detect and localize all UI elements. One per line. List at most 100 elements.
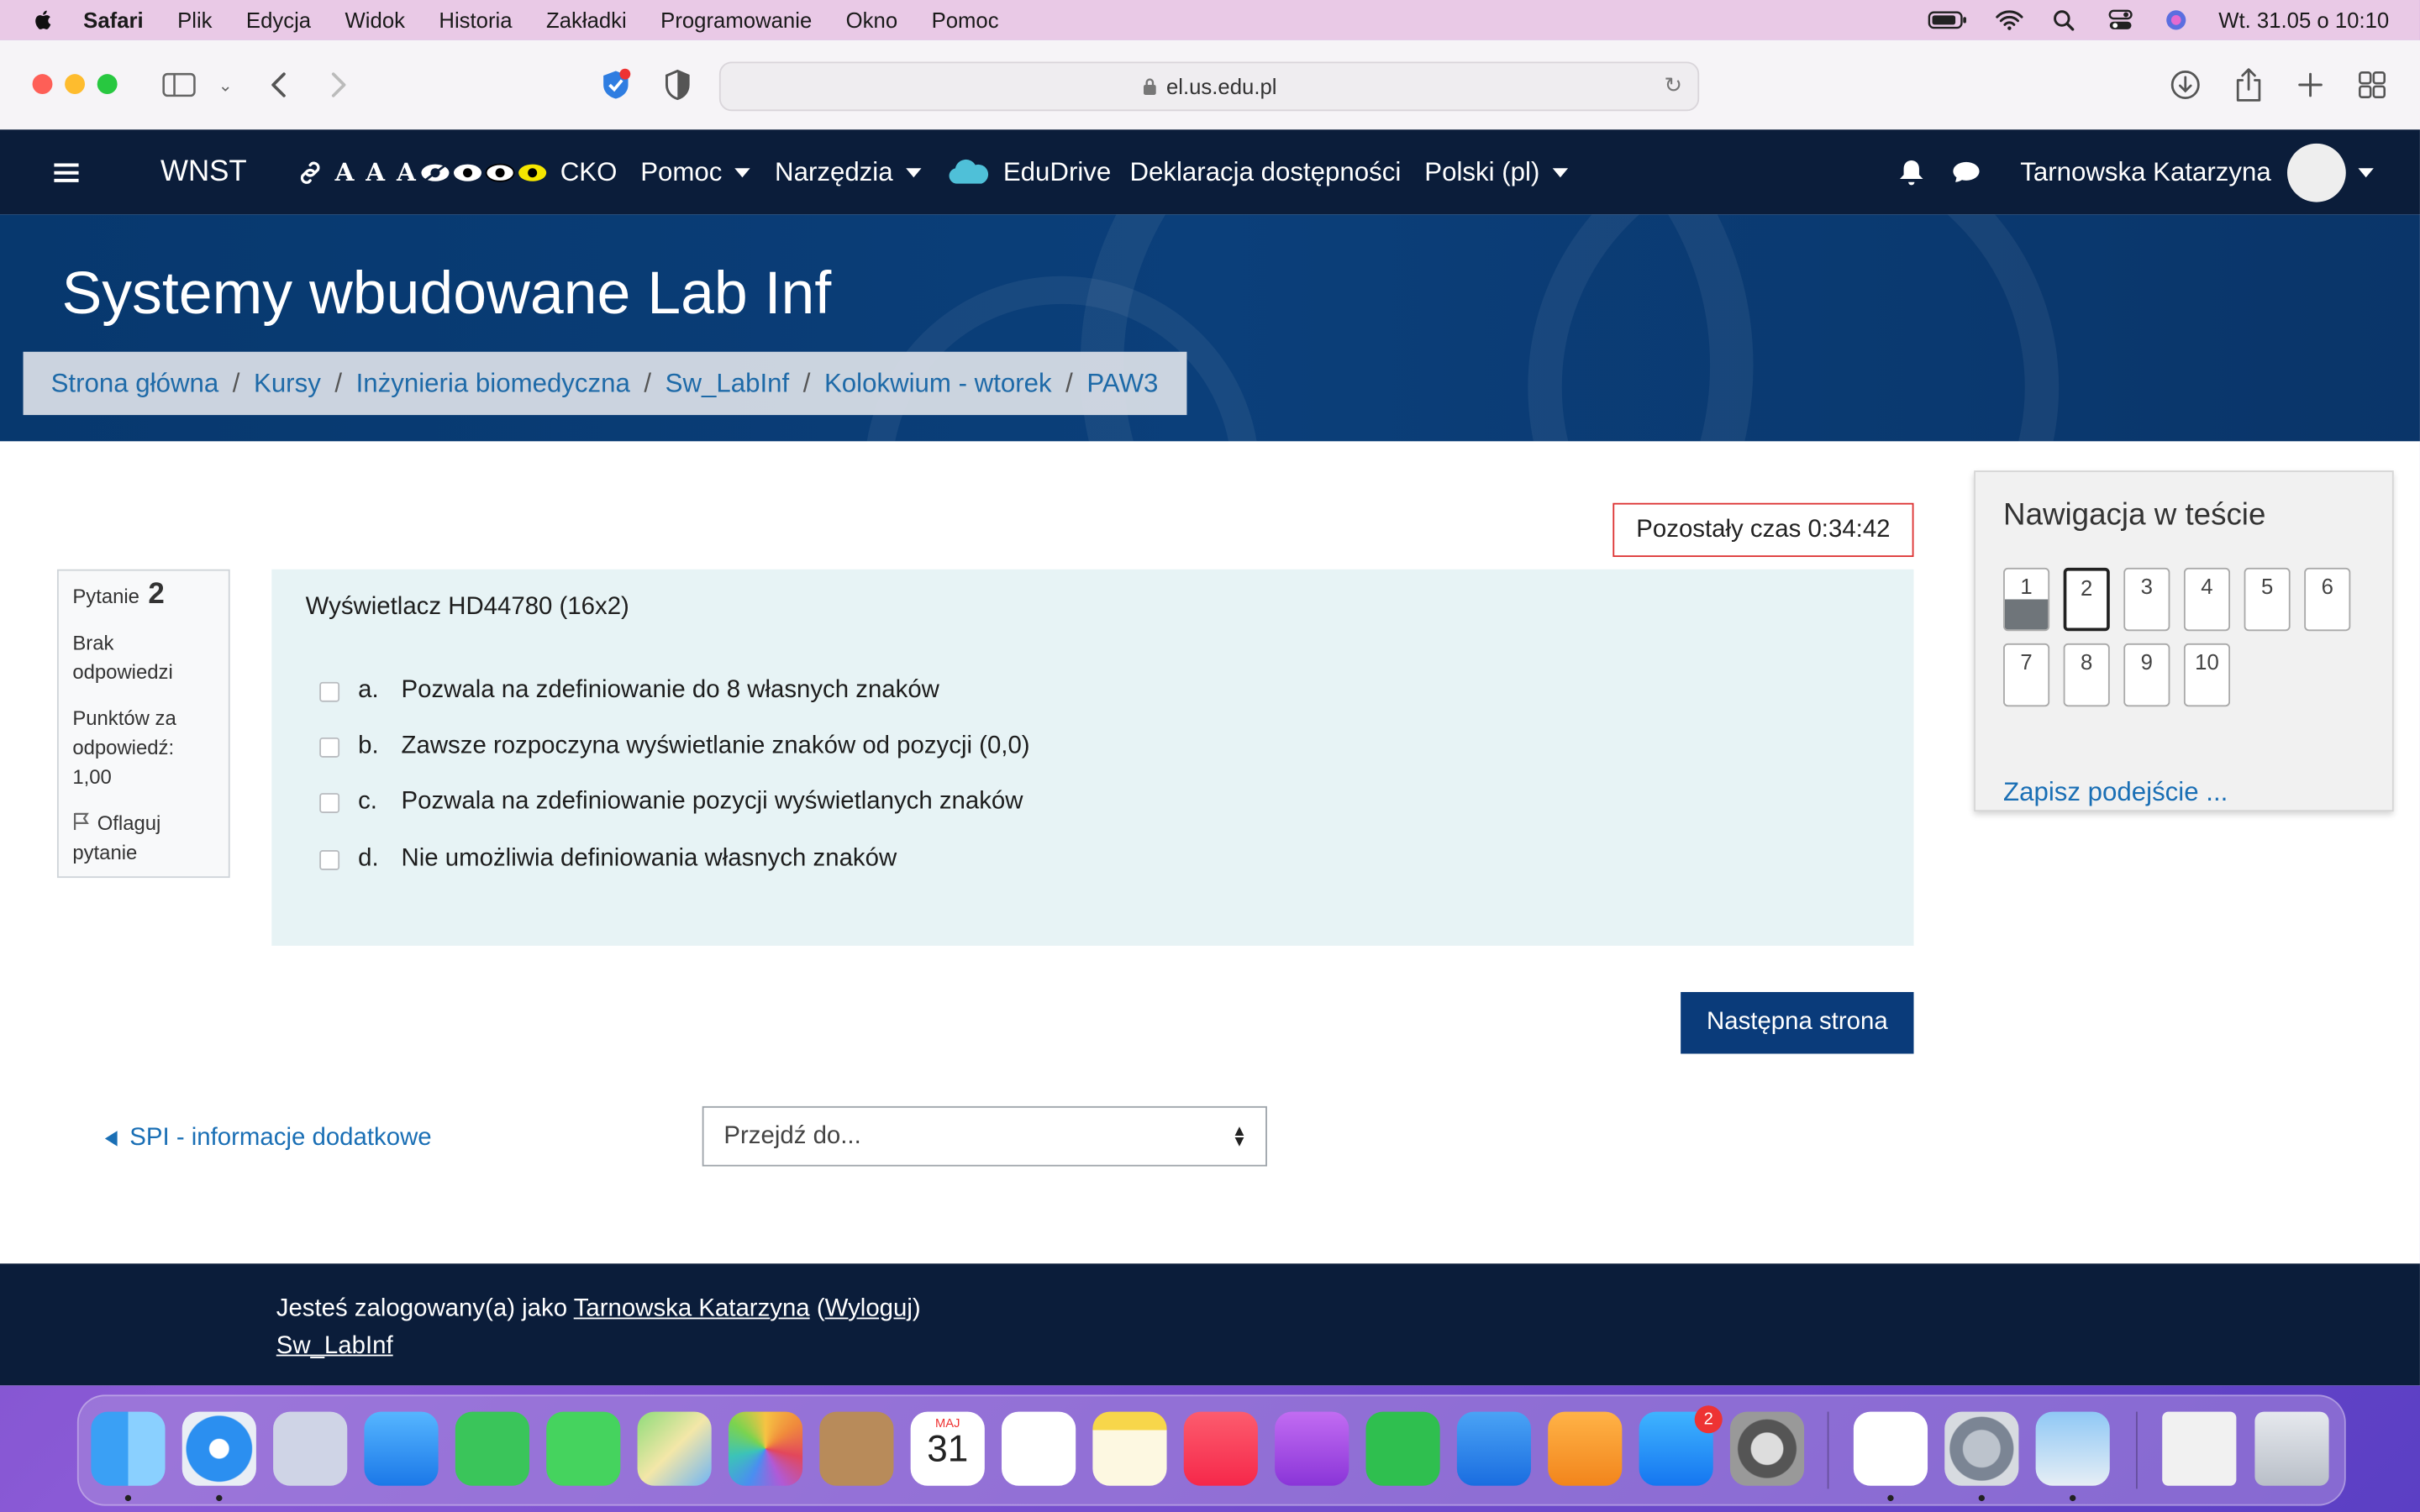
language-dropdown[interactable]: Polski (pl)	[1424, 129, 1568, 214]
tab-overview-icon[interactable]	[2352, 65, 2392, 105]
menubar-datetime[interactable]: Wt. 31.05 o 10:10	[2218, 8, 2389, 32]
privacy-extension-icon[interactable]	[596, 65, 636, 105]
calendar-icon[interactable]: MAJ 31	[910, 1411, 985, 1486]
address-bar[interactable]: el.us.edu.pl ↻	[718, 61, 1700, 112]
messages-chat-icon[interactable]	[1951, 129, 1981, 214]
footer-user-link[interactable]: Tarnowska Katarzyna	[574, 1296, 810, 1322]
menu-file[interactable]: Plik	[177, 8, 212, 32]
answer-checkbox[interactable]	[319, 737, 340, 757]
quiz-nav-question-button[interactable]: 9	[2123, 643, 2170, 707]
downloads-icon[interactable]	[2165, 65, 2206, 105]
maps-icon[interactable]	[637, 1411, 712, 1486]
shield-icon[interactable]	[657, 65, 697, 105]
messages-icon[interactable]	[546, 1411, 621, 1486]
sidebar-toggle-icon[interactable]	[159, 65, 199, 105]
previous-activity-link[interactable]: SPI - informacje dodatkowe	[104, 1125, 432, 1152]
reminders-icon[interactable]	[1002, 1411, 1076, 1486]
new-tab-icon[interactable]	[2291, 65, 2331, 105]
numbers-icon[interactable]	[1365, 1411, 1440, 1486]
nav-accessibility-declaration[interactable]: Deklaracja dostępności	[1129, 129, 1401, 214]
quiz-nav-question-button[interactable]: 4	[2183, 567, 2231, 632]
jump-to-select[interactable]: Przejdź do... ▲ ▼	[702, 1105, 1267, 1167]
safari-icon[interactable]	[182, 1411, 256, 1486]
nav-help-dropdown[interactable]: Pomoc	[640, 129, 750, 214]
close-window-button[interactable]	[32, 74, 53, 95]
zoom-window-button[interactable]	[97, 74, 118, 95]
trash-icon[interactable]	[2254, 1411, 2329, 1486]
apple-menu-icon[interactable]	[31, 8, 55, 32]
menu-edit[interactable]: Edycja	[246, 8, 311, 32]
quiz-nav-question-button[interactable]: 10	[2183, 643, 2231, 707]
spotlight-search-icon[interactable]	[2052, 9, 2080, 31]
reload-icon[interactable]: ↻	[1664, 72, 1682, 98]
finder-icon[interactable]	[91, 1411, 166, 1486]
siri-icon[interactable]	[2163, 9, 2191, 31]
quiz-nav-question-button[interactable]: 2	[2063, 567, 2110, 632]
facetime-icon[interactable]	[455, 1411, 529, 1486]
breadcrumb-course[interactable]: Sw_LabInf	[666, 368, 790, 399]
menu-window[interactable]: Okno	[846, 8, 897, 32]
answer-text[interactable]: Pozwala na zdefiniowanie pozycji wyświet…	[402, 789, 1023, 816]
answer-checkbox[interactable]	[319, 680, 340, 701]
share-icon[interactable]	[2228, 65, 2269, 105]
menu-develop[interactable]: Programowanie	[660, 8, 812, 32]
menu-app-name[interactable]: Safari	[83, 8, 143, 32]
answer-option-d[interactable]: d. Nie umożliwia definiowania własnych z…	[319, 844, 897, 875]
answer-text[interactable]: Nie umożliwia definiowania własnych znak…	[402, 846, 897, 874]
quiz-nav-question-button[interactable]: 5	[2244, 567, 2291, 632]
quiz-nav-question-button[interactable]: 1	[2003, 567, 2050, 632]
site-name-link[interactable]: WNST	[160, 129, 247, 214]
app-store-icon[interactable]: 2	[1639, 1405, 1723, 1486]
quiz-nav-question-button[interactable]: 6	[2304, 567, 2351, 632]
answer-checkbox[interactable]	[319, 849, 340, 869]
notifications-bell-icon[interactable]	[1898, 129, 1924, 214]
preview-icon[interactable]	[2035, 1411, 2110, 1486]
answer-option-a[interactable]: a. Pozwala na zdefiniowanie do 8 własnyc…	[319, 675, 939, 706]
breadcrumb-home[interactable]: Strona główna	[51, 368, 219, 399]
minimize-window-button[interactable]	[65, 74, 86, 95]
hamburger-menu-icon[interactable]	[54, 129, 79, 214]
breadcrumb-courses[interactable]: Kursy	[254, 368, 321, 399]
quiz-nav-question-button[interactable]: 3	[2123, 567, 2170, 632]
answer-text[interactable]: Pozwala na zdefiniowanie do 8 własnych z…	[402, 677, 939, 705]
breadcrumb-quiz[interactable]: PAW3	[1086, 368, 1158, 399]
recent-window-thumbnail[interactable]	[2162, 1411, 2237, 1486]
nav-edudrive[interactable]: EduDrive	[948, 129, 1111, 214]
notes-icon[interactable]	[1092, 1411, 1167, 1486]
wifi-icon[interactable]	[1996, 9, 2024, 31]
battery-icon[interactable]	[1928, 9, 1969, 31]
forward-icon[interactable]	[318, 65, 358, 105]
quiz-nav-question-button[interactable]: 7	[2003, 643, 2050, 707]
vscode-icon[interactable]	[1853, 1411, 1928, 1486]
finish-attempt-link[interactable]: Zapisz podejście ...	[2003, 778, 2228, 809]
breadcrumb-category[interactable]: Inżynieria biomedyczna	[356, 368, 630, 399]
nav-tools-dropdown[interactable]: Narzędzia	[775, 129, 921, 214]
answer-option-b[interactable]: b. Zawsze rozpoczyna wyświetlanie znaków…	[319, 732, 1030, 763]
contacts-icon[interactable]	[819, 1411, 894, 1486]
answer-checkbox[interactable]	[319, 792, 340, 813]
launchpad-icon[interactable]	[273, 1411, 348, 1486]
pages-icon[interactable]	[1548, 1411, 1623, 1486]
control-center-icon[interactable]	[2107, 9, 2135, 31]
mail-icon[interactable]	[364, 1411, 439, 1486]
quiz-nav-question-button[interactable]: 8	[2063, 643, 2110, 707]
answer-text[interactable]: Zawsze rozpoczyna wyświetlanie znaków od…	[402, 732, 1030, 760]
gear-utility-icon[interactable]	[1944, 1411, 2019, 1486]
breadcrumb-section[interactable]: Kolokwium - wtorek	[824, 368, 1052, 399]
keynote-icon[interactable]	[1456, 1411, 1532, 1486]
flag-question-link[interactable]: Oflaguj pytanie	[72, 808, 227, 867]
answer-option-c[interactable]: c. Pozwala na zdefiniowanie pozycji wyśw…	[319, 787, 1023, 818]
system-preferences-icon[interactable]	[1729, 1411, 1805, 1486]
menu-bookmarks[interactable]: Zakładki	[546, 8, 627, 32]
contrast-eye-icons[interactable]	[420, 129, 550, 214]
back-icon[interactable]	[260, 65, 300, 105]
sidebar-menu-chevron-icon[interactable]: ⌄	[205, 65, 245, 105]
menu-help[interactable]: Pomoc	[932, 8, 999, 32]
photos-icon[interactable]	[728, 1411, 803, 1486]
footer-course-link[interactable]: Sw_LabInf	[276, 1333, 393, 1359]
link-icon[interactable]	[297, 129, 324, 214]
music-icon[interactable]	[1183, 1411, 1258, 1486]
nav-cko[interactable]: CKO	[560, 129, 618, 214]
podcasts-icon[interactable]	[1275, 1411, 1349, 1486]
menu-view[interactable]: Widok	[345, 8, 405, 32]
